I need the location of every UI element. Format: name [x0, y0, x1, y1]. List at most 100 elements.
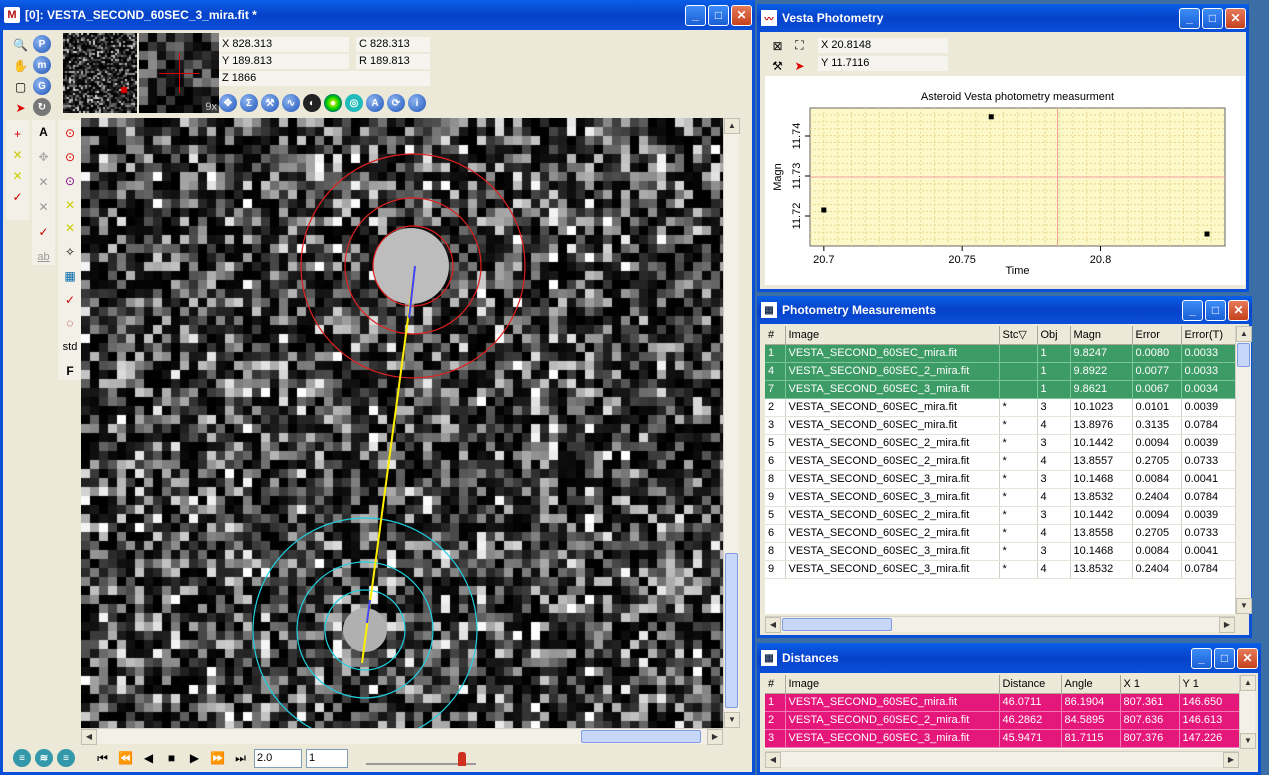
aperture-add-icon[interactable]: ⊙: [61, 148, 80, 167]
data-point[interactable]: [1204, 231, 1210, 237]
column-header[interactable]: Stc▽: [999, 326, 1038, 345]
photometry-hscroll-thumb[interactable]: [782, 618, 892, 631]
zoom-icon[interactable]: 🔍: [11, 35, 30, 54]
minimize-button[interactable]: _: [685, 4, 706, 26]
distances-maximize-button[interactable]: □: [1214, 647, 1235, 669]
photometry-scroll-up-icon[interactable]: ▲: [1236, 326, 1252, 342]
aperture-delete-all-icon[interactable]: ✕: [61, 219, 80, 238]
delete-all-text-icon[interactable]: ✕: [34, 198, 53, 215]
column-header[interactable]: Distance: [999, 675, 1062, 694]
distances-minimize-button[interactable]: _: [1191, 647, 1212, 669]
std-button[interactable]: std: [61, 338, 80, 357]
scroll-down-icon[interactable]: ▼: [724, 712, 740, 728]
photometry-titlebar[interactable]: ▦ Photometry Measurements _ □ ✕: [757, 296, 1252, 324]
table-row[interactable]: 1 VESTA_SECOND_60SEC_mira.fit 1 9.8247 0.008…: [765, 344, 1235, 363]
first-frame-icon[interactable]: ⏮: [93, 749, 112, 768]
play-icon[interactable]: ▶: [185, 749, 204, 768]
photometry-maximize-button[interactable]: □: [1205, 299, 1226, 321]
text-a-icon[interactable]: A: [366, 94, 384, 112]
vesta-minimize-button[interactable]: _: [1179, 7, 1200, 29]
table-row[interactable]: 6 VESTA_SECOND_60SEC_2_mira.fit * 4 13.8558 0…: [765, 524, 1235, 543]
photometry-minimize-button[interactable]: _: [1182, 299, 1203, 321]
layer-icon-2[interactable]: ≋: [35, 749, 53, 767]
table-row[interactable]: 8 VESTA_SECOND_60SEC_3_mira.fit * 3 10.1468 0…: [765, 542, 1235, 561]
photometry-vscroll-thumb[interactable]: [1237, 343, 1250, 367]
move-text-icon[interactable]: ✥: [34, 149, 53, 166]
close-button[interactable]: ✕: [731, 4, 752, 26]
table-row[interactable]: 5 VESTA_SECOND_60SEC_2_mira.fit * 3 10.1442 0…: [765, 434, 1235, 453]
layer-icon-1[interactable]: ≡: [13, 749, 31, 767]
delete-marker-icon[interactable]: ✕: [8, 145, 27, 164]
refresh-icon[interactable]: ↻: [33, 98, 51, 116]
window-icon[interactable]: ▢: [11, 77, 30, 96]
rewind-icon[interactable]: ⏪: [116, 749, 135, 768]
frame-slider-handle[interactable]: [458, 752, 466, 766]
photometry-scroll-down-icon[interactable]: ▼: [1236, 598, 1252, 614]
aperture-delete-icon[interactable]: ✕: [61, 195, 80, 214]
image-hscroll[interactable]: ◀ ▶: [81, 728, 723, 745]
scroll-up-icon[interactable]: ▲: [724, 118, 740, 134]
pointer-arrow-icon[interactable]: ➤: [11, 98, 30, 117]
main-titlebar[interactable]: M [0]: VESTA_SECOND_60SEC_3_mira.fit * _…: [0, 0, 755, 30]
table-row[interactable]: 4 VESTA_SECOND_60SEC_2_mira.fit 1 9.8922 0.0…: [765, 362, 1235, 381]
column-header[interactable]: Image: [785, 326, 1000, 345]
check-icon[interactable]: ✓: [8, 187, 27, 206]
vesta-titlebar[interactable]: 〰 Vesta Photometry _ □ ✕: [757, 4, 1249, 32]
sigma-icon[interactable]: Σ: [240, 94, 258, 112]
text-style-ab[interactable]: ab: [34, 248, 53, 265]
photometry-hscroll[interactable]: ◀ ▶: [765, 616, 1235, 633]
frame-slider[interactable]: [366, 749, 476, 767]
chart-style-icon[interactable]: ⚒: [768, 56, 787, 75]
data-point[interactable]: [988, 114, 994, 120]
last-frame-icon[interactable]: ⏭: [231, 749, 250, 768]
info-icon[interactable]: i: [408, 94, 426, 112]
add-text-icon[interactable]: A: [34, 124, 53, 141]
column-header[interactable]: X 1: [1120, 675, 1180, 694]
column-header[interactable]: Obj: [1037, 326, 1071, 345]
distances-scroll-right-icon[interactable]: ▶: [1223, 752, 1239, 768]
dotted-circle-icon[interactable]: ◌: [61, 314, 80, 333]
contrast-icon[interactable]: ◐: [303, 94, 321, 112]
table-row[interactable]: 9 VESTA_SECOND_60SEC_3_mira.fit * 4 13.8532 0…: [765, 488, 1235, 507]
vesta-close-button[interactable]: ✕: [1225, 7, 1246, 29]
distances-titlebar[interactable]: ▦ Distances _ □ ✕: [757, 643, 1261, 673]
column-header[interactable]: Angle: [1061, 675, 1121, 694]
select-zoom-icon[interactable]: ⊠: [768, 36, 787, 55]
maximize-button[interactable]: □: [708, 4, 729, 26]
table-row[interactable]: 9 VESTA_SECOND_60SEC_3_mira.fit * 4 13.8532 0…: [765, 560, 1235, 579]
overview-thumbnail[interactable]: [63, 33, 137, 113]
prev-frame-icon[interactable]: ◀: [139, 749, 158, 768]
table-row[interactable]: 5 VESTA_SECOND_60SEC_2_mira.fit * 3 10.1442 0…: [765, 506, 1235, 525]
scroll-left-icon[interactable]: ◀: [81, 729, 97, 745]
column-header[interactable]: Image: [785, 675, 1000, 694]
column-header[interactable]: Magn: [1070, 326, 1133, 345]
frame-spinner[interactable]: 1: [306, 748, 348, 768]
g-button-icon[interactable]: G: [33, 77, 51, 95]
image-vscroll[interactable]: ▲ ▼: [723, 118, 740, 728]
image-vscroll-thumb[interactable]: [725, 553, 738, 708]
column-header[interactable]: #: [765, 675, 786, 694]
aperture-icon[interactable]: ⊙: [61, 124, 80, 143]
photometry-scroll-right-icon[interactable]: ▶: [1219, 617, 1235, 633]
wave-icon[interactable]: ∿: [282, 94, 300, 112]
distances-vscroll[interactable]: ▲ ▼: [1239, 675, 1256, 749]
layer-icon-3[interactable]: ≡: [57, 749, 75, 767]
distances-scroll-down-icon[interactable]: ▼: [1240, 733, 1256, 749]
vesta-maximize-button[interactable]: □: [1202, 7, 1223, 29]
p-button-icon[interactable]: P: [33, 35, 51, 53]
step-spinner[interactable]: 2.0: [254, 748, 302, 768]
photometry-scroll-left-icon[interactable]: ◀: [765, 617, 781, 633]
m-button-icon[interactable]: m: [33, 56, 51, 74]
column-header[interactable]: #: [765, 326, 786, 345]
move-icon[interactable]: ✥: [219, 94, 237, 112]
data-point[interactable]: [821, 207, 827, 213]
distances-scroll-left-icon[interactable]: ◀: [765, 752, 781, 768]
aperture-check-icon[interactable]: ✓: [61, 290, 80, 309]
table-row[interactable]: 6 VESTA_SECOND_60SEC_2_mira.fit * 4 13.8557 0…: [765, 452, 1235, 471]
delete-text-icon[interactable]: ✕: [34, 174, 53, 191]
column-header[interactable]: Error(T): [1181, 326, 1235, 345]
photometry-vscroll[interactable]: ▲ ▼: [1235, 326, 1252, 614]
table-row[interactable]: 3 VESTA_SECOND_60SEC_mira.fit * 4 13.8976 0.3…: [765, 416, 1235, 435]
chart-pointer-icon[interactable]: ➤: [790, 56, 809, 75]
stop-icon[interactable]: ■: [162, 749, 181, 768]
